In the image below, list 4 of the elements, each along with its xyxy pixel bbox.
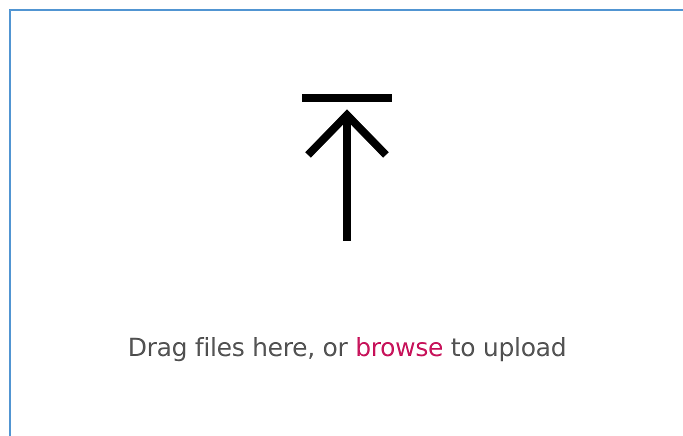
- upload-prompt: Drag files here, or browse to upload: [128, 332, 566, 364]
- drop-zone[interactable]: Drag files here, or browse to upload: [9, 9, 683, 436]
- browse-link[interactable]: browse: [355, 333, 444, 362]
- upload-icon: [302, 93, 392, 241]
